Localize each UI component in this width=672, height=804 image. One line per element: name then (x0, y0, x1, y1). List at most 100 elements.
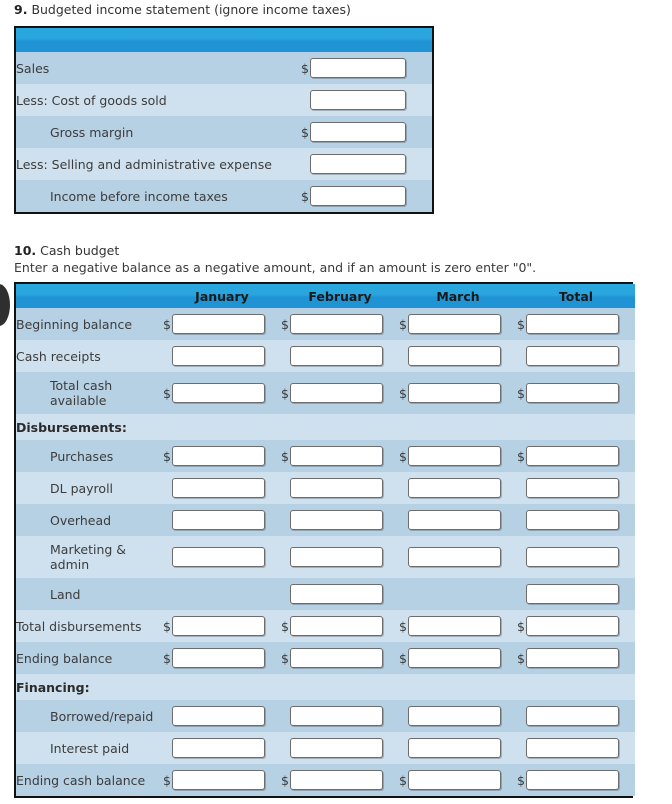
input-interest-paid-january[interactable] (172, 738, 265, 758)
input-total-cash-available-march[interactable] (408, 383, 501, 403)
q10-number: 10. (14, 243, 37, 258)
input-marketing-admin-february[interactable] (290, 547, 383, 567)
input-total-cash-available-total[interactable] (526, 383, 619, 403)
input-ending-balance-march[interactable] (408, 648, 501, 668)
input-marketing-admin-january[interactable] (172, 547, 265, 567)
cell-cash-receipts-total (517, 340, 635, 372)
input-beginning-balance-january[interactable] (172, 314, 265, 334)
input-overhead-total[interactable] (526, 510, 619, 530)
input-total-disbursements-march[interactable] (408, 616, 501, 636)
input-borrowed-repaid-march[interactable] (408, 706, 501, 726)
input-borrowed-repaid-total[interactable] (526, 706, 619, 726)
cell-overhead-february (281, 504, 399, 536)
cell-income-before-income-taxes-amount: $ (301, 180, 432, 212)
input-beginning-balance-march[interactable] (408, 314, 501, 334)
q9-header-label-col (16, 28, 301, 52)
input-ending-balance-total[interactable] (526, 648, 619, 668)
input-interest-paid-february[interactable] (290, 738, 383, 758)
row-label-cash-receipts: Cash receipts (16, 340, 163, 372)
cell-beginning-balance-january: $ (163, 308, 281, 340)
input-dl-payroll-january[interactable] (172, 478, 265, 498)
cell-dl-payroll-total (517, 472, 635, 504)
input-dl-payroll-march[interactable] (408, 478, 501, 498)
dollar-sign: $ (517, 448, 525, 464)
dollar-sign: $ (399, 650, 407, 666)
input-dl-payroll-february[interactable] (290, 478, 383, 498)
input-cash-receipts-total[interactable] (526, 346, 619, 366)
dollar-sign: $ (517, 316, 525, 332)
input-total-disbursements-february[interactable] (290, 616, 383, 636)
cash-budget-table: January February March Total Beginning bala… (14, 282, 635, 798)
cell-overhead-march (399, 504, 517, 536)
row-label-less-selling-and-administrative-expense: Less: Selling and administrative expense (16, 148, 301, 180)
cell-disbursements-february (281, 414, 399, 440)
table-row: Disbursements: (16, 414, 635, 440)
input-less-cost-of-goods-sold-amount[interactable] (310, 90, 406, 110)
table-row: Purchases $ $ $ $ (16, 440, 635, 472)
row-label-overhead: Overhead (16, 504, 163, 536)
cell-borrowed-repaid-march (399, 700, 517, 732)
cell-marketing-admin-february (281, 536, 399, 578)
input-overhead-january[interactable] (172, 510, 265, 530)
input-total-cash-available-february[interactable] (290, 383, 383, 403)
column-header-january: January (163, 284, 281, 308)
table-row: Overhead (16, 504, 635, 536)
input-purchases-january[interactable] (172, 446, 265, 466)
input-cash-receipts-february[interactable] (290, 346, 383, 366)
input-total-cash-available-january[interactable] (172, 383, 265, 403)
input-borrowed-repaid-february[interactable] (290, 706, 383, 726)
dollar-sign: $ (163, 448, 171, 464)
input-land-february[interactable] (290, 584, 383, 604)
q10-header-row: January February March Total (16, 284, 635, 308)
cell-total-disbursements-january: $ (163, 610, 281, 642)
cell-dl-payroll-january (163, 472, 281, 504)
dollar-sign: $ (399, 448, 407, 464)
table-row: Total disbursements $ $ $ $ (16, 610, 635, 642)
input-marketing-admin-total[interactable] (526, 547, 619, 567)
input-total-disbursements-january[interactable] (172, 616, 265, 636)
input-gross-margin-amount[interactable] (310, 122, 406, 142)
input-total-disbursements-total[interactable] (526, 616, 619, 636)
dollar-sign: $ (517, 772, 525, 788)
input-interest-paid-march[interactable] (408, 738, 501, 758)
input-overhead-march[interactable] (408, 510, 501, 530)
cell-ending-balance-march: $ (399, 642, 517, 674)
table-row: Total cash available $ $ $ $ (16, 372, 635, 414)
input-ending-cash-balance-january[interactable] (172, 770, 265, 790)
dollar-sign: $ (281, 316, 289, 332)
cell-ending-cash-balance-total: $ (517, 764, 635, 796)
cell-disbursements-january (163, 414, 281, 440)
cell-total-disbursements-february: $ (281, 610, 399, 642)
cell-beginning-balance-total: $ (517, 308, 635, 340)
input-dl-payroll-total[interactable] (526, 478, 619, 498)
input-ending-cash-balance-february[interactable] (290, 770, 383, 790)
input-beginning-balance-total[interactable] (526, 314, 619, 334)
dollar-sign: $ (163, 385, 171, 401)
input-beginning-balance-february[interactable] (290, 314, 383, 334)
input-purchases-total[interactable] (526, 446, 619, 466)
dollar-sign: $ (281, 650, 289, 666)
input-purchases-march[interactable] (408, 446, 501, 466)
input-marketing-admin-march[interactable] (408, 547, 501, 567)
input-ending-cash-balance-march[interactable] (408, 770, 501, 790)
input-income-before-income-taxes-amount[interactable] (310, 186, 406, 206)
table-row: Beginning balance $ $ $ $ (16, 308, 635, 340)
dollar-sign: $ (163, 316, 171, 332)
dollar-sign: $ (399, 618, 407, 634)
table-row: Sales $ (16, 52, 432, 84)
input-purchases-february[interactable] (290, 446, 383, 466)
input-cash-receipts-january[interactable] (172, 346, 265, 366)
input-interest-paid-total[interactable] (526, 738, 619, 758)
input-borrowed-repaid-january[interactable] (172, 706, 265, 726)
cell-gross-margin-amount: $ (301, 116, 432, 148)
input-ending-balance-january[interactable] (172, 648, 265, 668)
input-ending-balance-february[interactable] (290, 648, 383, 668)
input-cash-receipts-march[interactable] (408, 346, 501, 366)
input-land-total[interactable] (526, 584, 619, 604)
input-overhead-february[interactable] (290, 510, 383, 530)
input-ending-cash-balance-total[interactable] (526, 770, 619, 790)
cell-total-cash-available-january: $ (163, 372, 281, 414)
input-sales-amount[interactable] (310, 58, 406, 78)
input-less-selling-and-administrative-expense-amount[interactable] (310, 154, 406, 174)
table-row: Income before income taxes $ (16, 180, 432, 212)
